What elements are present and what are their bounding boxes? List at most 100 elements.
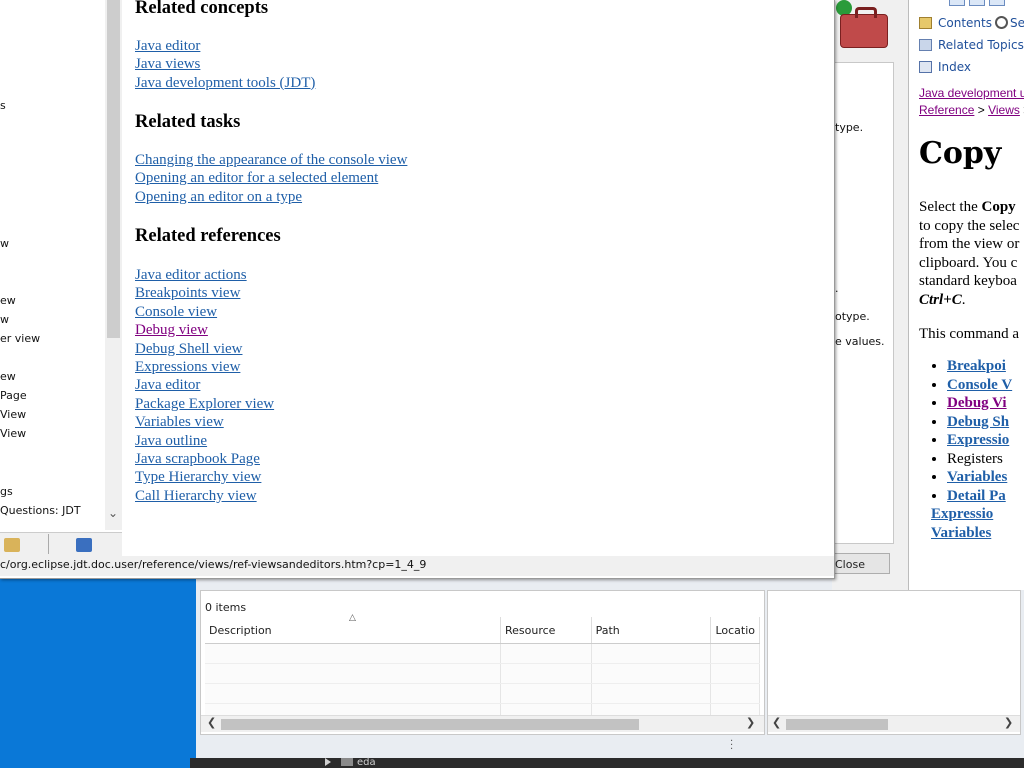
link-type-hierarchy-view[interactable]: Type Hierarchy view — [135, 468, 274, 486]
scroll-left-icon[interactable]: ❮ — [207, 716, 216, 729]
help-list-link[interactable]: Expressio — [931, 506, 993, 522]
column-resource[interactable]: Resource — [500, 617, 592, 644]
help-list-link[interactable]: Debug Sh — [947, 414, 1009, 430]
chevron-down-icon[interactable]: ⌄ — [108, 506, 118, 520]
link-java-views[interactable]: Java views — [135, 55, 315, 73]
help-list-link[interactable]: Variables — [931, 525, 991, 541]
bookmarks-icon[interactable] — [4, 538, 20, 552]
info-icon[interactable] — [949, 0, 965, 6]
help-nav-search[interactable]: Se — [995, 16, 1024, 30]
help-content: Related concepts Java editor Java views … — [123, 0, 834, 556]
scroll-right-icon[interactable]: ❯ — [746, 716, 755, 729]
toc-toolbar — [0, 532, 122, 557]
section-heading-related-tasks: Related tasks — [135, 112, 241, 132]
link-open-editor-selected[interactable]: Opening an editor for a selected element — [135, 169, 407, 187]
link-java-editor[interactable]: Java editor — [135, 37, 315, 55]
scrollbar-thumb[interactable] — [107, 0, 120, 338]
toolbar-divider — [48, 534, 49, 554]
help-toolbar — [949, 0, 1005, 6]
column-path[interactable]: Path — [591, 617, 712, 644]
dialog-text: e values. — [835, 335, 885, 348]
table-row — [205, 643, 760, 664]
problems-item-count: 0 items — [205, 601, 247, 614]
search-icon — [995, 16, 1008, 29]
related-topics-icon — [919, 39, 932, 51]
toc-item[interactable]: ew — [0, 370, 16, 383]
scroll-left-icon[interactable]: ❮ — [772, 716, 781, 729]
help-body-text: Select the Copy to copy the selec from t… — [919, 199, 1020, 342]
list-item: Breakpoi — [947, 357, 1012, 376]
breadcrumb-views[interactable]: Views — [988, 103, 1020, 117]
list-item: Detail Pa — [947, 487, 1012, 506]
secondary-view: ❮ ❯ — [767, 590, 1021, 735]
sync-icon[interactable] — [969, 0, 985, 6]
list-item: Debug Vi — [947, 394, 1012, 413]
help-nav-index[interactable]: Index — [919, 60, 971, 74]
taskbar: eda — [190, 757, 1024, 768]
toc-item[interactable]: er view — [0, 332, 40, 345]
toc-item[interactable]: gs — [0, 485, 13, 498]
secondary-horizontal-scrollbar[interactable]: ❮ ❯ — [768, 715, 1020, 732]
link-java-scrapbook-page[interactable]: Java scrapbook Page — [135, 450, 274, 468]
help-list-link[interactable]: Expressio — [947, 432, 1009, 448]
print-icon[interactable] — [989, 0, 1005, 6]
link-debug-shell-view[interactable]: Debug Shell view — [135, 340, 274, 358]
link-java-editor-ref[interactable]: Java editor — [135, 376, 274, 394]
link-console-view[interactable]: Console view — [135, 303, 274, 321]
dialog-text: otype. — [835, 310, 870, 323]
toc-item[interactable]: Questions: JDT — [0, 504, 81, 517]
related-concepts-links: Java editor Java views Java development … — [135, 37, 315, 92]
sash-grip-icon[interactable]: · · · — [730, 737, 733, 755]
link-call-hierarchy-view[interactable]: Call Hierarchy view — [135, 487, 274, 505]
help-breadcrumb: Java development u Reference > Views > — [919, 85, 1024, 119]
toc-item[interactable]: View — [0, 408, 26, 421]
column-description[interactable]: Description — [205, 617, 501, 644]
index-icon — [919, 61, 932, 73]
link-jdt[interactable]: Java development tools (JDT) — [135, 74, 315, 92]
related-tasks-links: Changing the appearance of the console v… — [135, 151, 407, 206]
toc-item[interactable]: ew — [0, 294, 16, 307]
link-console-appearance[interactable]: Changing the appearance of the console v… — [135, 151, 407, 169]
toc-item[interactable]: Page — [0, 389, 27, 402]
list-item: Variables — [947, 468, 1012, 487]
help-list-link[interactable]: Variables — [947, 469, 1007, 485]
toc-item[interactable]: s — [0, 99, 6, 112]
toc-item[interactable]: w — [0, 313, 9, 326]
help-nav-related-topics[interactable]: Related Topics — [919, 38, 1024, 52]
table-row — [205, 663, 760, 684]
help-applies-list: Breakpoi Console V Debug Vi Debug Sh Exp… — [931, 357, 1012, 542]
link-variables-view[interactable]: Variables view — [135, 413, 274, 431]
scroll-right-icon[interactable]: ❯ — [1004, 716, 1013, 729]
link-java-outline[interactable]: Java outline — [135, 432, 274, 450]
toc-panel: s w ew w er view ew Page View View gs Questions: … — [0, 0, 107, 530]
scrollbar-thumb[interactable] — [221, 719, 639, 730]
link-breakpoints-view[interactable]: Breakpoints view — [135, 284, 274, 302]
link-java-editor-actions[interactable]: Java editor actions — [135, 266, 274, 284]
breadcrumb-java-dev-user[interactable]: Java development u — [919, 86, 1024, 100]
section-heading-related-references: Related references — [135, 226, 281, 246]
help-nav-contents[interactable]: Contents — [919, 16, 992, 30]
scrollbar-thumb[interactable] — [786, 719, 888, 730]
list-item: Debug Sh — [947, 413, 1012, 432]
problems-horizontal-scrollbar[interactable]: ❮ ❯ — [201, 715, 764, 732]
help-list-link[interactable]: Debug Vi — [947, 395, 1007, 411]
breadcrumb-reference[interactable]: Reference — [919, 103, 974, 117]
toc-item[interactable]: w — [0, 237, 9, 250]
link-expressions-view[interactable]: Expressions view — [135, 358, 274, 376]
link-debug-view[interactable]: Debug view — [135, 321, 274, 339]
help-list-link[interactable]: Console V — [947, 377, 1012, 393]
toc-item[interactable]: View — [0, 427, 26, 440]
close-button[interactable]: Close — [832, 553, 890, 574]
related-references-links: Java editor actions Breakpoints view Con… — [135, 266, 274, 505]
table-row — [205, 683, 760, 704]
column-location[interactable]: Locatio — [710, 617, 760, 644]
toc-vertical-scrollbar[interactable]: ⌄ — [105, 0, 122, 530]
book-icon[interactable] — [76, 538, 92, 552]
list-item: Registers — [947, 450, 1012, 469]
link-package-explorer-view[interactable]: Package Explorer view — [135, 395, 274, 413]
help-window: s w ew w er view ew Page View View gs Questions: … — [0, 0, 835, 579]
link-open-editor-type[interactable]: Opening an editor on a type — [135, 188, 407, 206]
taskbar-item[interactable]: eda — [325, 757, 376, 768]
help-list-link[interactable]: Breakpoi — [947, 358, 1006, 374]
help-list-link[interactable]: Detail Pa — [947, 488, 1006, 504]
